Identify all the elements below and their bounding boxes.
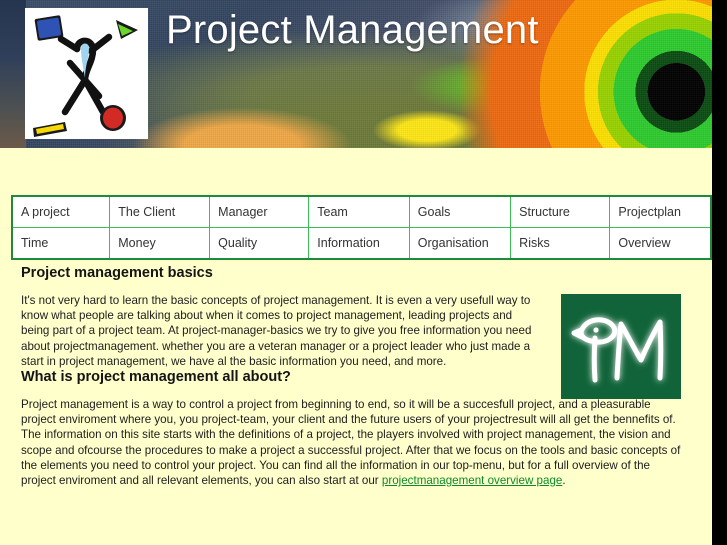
page-root: Project Management A project The Client … — [0, 0, 712, 545]
nav-item-team[interactable]: Team — [308, 195, 410, 228]
site-logo[interactable] — [25, 8, 148, 139]
nav-item-projectplan[interactable]: Projectplan — [609, 195, 712, 228]
page-title: Project Management — [166, 8, 539, 52]
nav-row-2: Time Money Quality Information Organisat… — [11, 227, 712, 260]
nav-item-goals[interactable]: Goals — [408, 195, 512, 228]
nav-item-organisation[interactable]: Organisation — [408, 227, 512, 260]
section-heading-what-is-pm: What is project management all about? — [21, 369, 291, 386]
section-body-basics: It's not very hard to learn the basic co… — [21, 294, 532, 368]
nav-item-a-project[interactable]: A project — [11, 195, 111, 228]
banner-left-edge — [0, 0, 26, 148]
nav-item-information[interactable]: Information — [308, 227, 410, 260]
site-banner: Project Management — [0, 0, 712, 148]
nav-item-risks[interactable]: Risks — [510, 227, 611, 260]
section-heading-basics: Project management basics — [21, 265, 213, 281]
nav-item-the-client[interactable]: The Client — [109, 195, 211, 228]
section-body-what-is-pm: Project management is a way to control a… — [21, 397, 687, 488]
body-text-after-link: . — [562, 474, 566, 488]
juggling-stick-figure-icon — [33, 15, 138, 137]
main-content: Project management basics It's not very … — [21, 265, 691, 488]
nav-item-overview[interactable]: Overview — [609, 227, 712, 260]
nav-item-time[interactable]: Time — [11, 227, 111, 260]
nav-item-quality[interactable]: Quality — [209, 227, 310, 260]
main-navigation: A project The Client Manager Team Goals … — [11, 195, 712, 260]
nav-item-money[interactable]: Money — [109, 227, 211, 260]
body-text-before-link: Project management is a way to control a… — [21, 398, 681, 488]
projectmanagement-overview-link[interactable]: projectmanagement overview page — [382, 474, 562, 487]
nav-row-1: A project The Client Manager Team Goals … — [11, 195, 712, 228]
nav-item-structure[interactable]: Structure — [510, 195, 611, 228]
nav-item-manager[interactable]: Manager — [209, 195, 310, 228]
